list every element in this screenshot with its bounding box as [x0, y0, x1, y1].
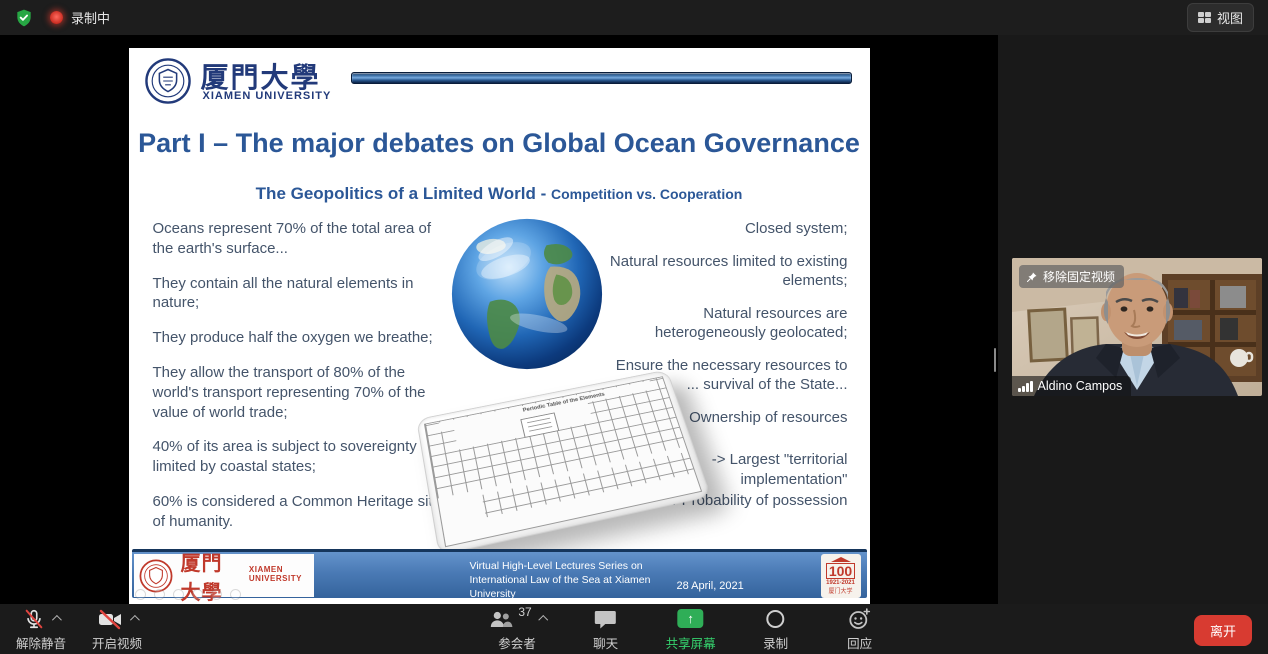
record-label: 录制 [763, 633, 788, 652]
participants-label: 参会者 [498, 633, 536, 652]
slide-left-column: Oceans represent 70% of the total area o… [153, 219, 455, 547]
bullet-left: Oceans represent 70% of the total area o… [153, 219, 455, 259]
video-panel: 移除固定视频 Aldino Campos [998, 35, 1268, 604]
centennial-number: 100 [826, 563, 855, 579]
view-button-label: 视图 [1217, 8, 1243, 27]
video-options-chevron-icon[interactable] [130, 615, 140, 625]
footer-lecture-text: Virtual High-Level Lectures Series on In… [470, 559, 695, 602]
microphone-muted-icon [23, 607, 45, 631]
periodic-table-grid: Periodic Table of the Elements [423, 376, 701, 547]
slide-subtitle-main: The Geopolitics of a Limited World - [256, 184, 551, 203]
centennial-roof-icon [831, 557, 851, 562]
zoom-meeting-window: 录制中 视图 厦門大學 XIAMEN UNIVERSITY [0, 0, 1268, 654]
centennial-logo: 100 1921-2021 厦门大学 [821, 554, 861, 598]
chat-bubble-icon [594, 608, 618, 630]
participant-video-tile[interactable]: 移除固定视频 Aldino Campos [1012, 258, 1262, 396]
slide-footer-bar: 厦門大學 XIAMEN UNIVERSITY Virtual High-Leve… [132, 549, 867, 598]
participants-button[interactable]: 37 参会者 [488, 607, 545, 652]
toolbar-center-group: 37 参会者 聊天 ↑ 共享屏幕 [488, 607, 883, 652]
slide-header-bar [351, 72, 852, 84]
recording-indicator[interactable]: 录制中 [50, 8, 110, 27]
mute-options-chevron-icon[interactable] [52, 615, 62, 625]
footer-logo-english: XIAMEN UNIVERSITY [249, 565, 314, 583]
chat-label: 聊天 [593, 633, 618, 652]
remove-pin-label: 移除固定视频 [1043, 268, 1115, 285]
participants-icon [488, 608, 514, 630]
camera-off-icon [97, 607, 123, 631]
bullet-right: Natural resources limited to existing el… [608, 252, 848, 291]
leave-meeting-button[interactable]: 离开 [1194, 615, 1252, 646]
xiamen-university-seal-icon [145, 58, 191, 104]
toolbar-left-group: 解除静音 开启视频 [0, 607, 142, 652]
recording-label: 录制中 [71, 8, 110, 27]
slide-subtitle-sub: Competition vs. Cooperation [551, 186, 742, 202]
participant-name: Aldino Campos [1038, 379, 1123, 393]
view-button[interactable]: 视图 [1187, 3, 1254, 32]
reactions-smiley-icon [848, 607, 872, 631]
slide-logo-english: XIAMEN UNIVERSITY [203, 90, 332, 102]
pin-icon [1026, 271, 1038, 283]
participant-name-bar: Aldino Campos [1012, 376, 1131, 396]
periodic-table-image: Periodic Table of the Elements [416, 370, 711, 556]
footer-seal-icon [139, 559, 173, 593]
centennial-chinese: 厦门大学 [828, 586, 852, 595]
view-grid-icon [1198, 12, 1211, 23]
footer-date: 28 April, 2021 [677, 580, 744, 592]
start-video-label: 开启视频 [92, 633, 142, 652]
bullet-left: They allow the transport of 80% of the w… [153, 363, 455, 422]
earth-globe-image [449, 216, 605, 372]
share-screen-button[interactable]: ↑ 共享屏幕 [666, 607, 716, 652]
bullet-left: 40% of its area is subject to sovereignt… [153, 437, 455, 477]
slide-header: 厦門大學 XIAMEN UNIVERSITY [145, 56, 854, 112]
slide-subtitle: The Geopolitics of a Limited World - Com… [129, 184, 870, 204]
bullet-left: They contain all the natural elements in… [153, 274, 455, 314]
audio-signal-icon [1018, 381, 1033, 392]
unmute-label: 解除静音 [16, 633, 66, 652]
encryption-shield-icon [14, 8, 34, 28]
slide-title: Part I – The major debates on Global Oce… [129, 128, 870, 159]
shared-screen-area: 厦門大學 XIAMEN UNIVERSITY Part I – The majo… [0, 35, 998, 604]
share-screen-label: 共享屏幕 [666, 633, 716, 652]
reactions-label: 回应 [847, 633, 872, 652]
bullet-left: They produce half the oxygen we breathe; [153, 328, 455, 348]
remove-pin-button[interactable]: 移除固定视频 [1019, 265, 1124, 288]
record-button[interactable]: 录制 [752, 607, 800, 652]
bullet-right: Natural resources are heterogeneously ge… [608, 304, 848, 343]
watermark-social-icons [135, 589, 241, 600]
share-screen-icon: ↑ [678, 609, 704, 628]
reactions-button[interactable]: 回应 [836, 607, 884, 652]
recording-dot-icon [50, 11, 63, 24]
unmute-button[interactable]: 解除静音 [16, 607, 66, 652]
bullet-left: 60% is considered a Common Heritage site… [153, 492, 455, 532]
meeting-content: 厦門大學 XIAMEN UNIVERSITY Part I – The majo… [0, 35, 1268, 604]
chat-button[interactable]: 聊天 [582, 607, 630, 652]
presentation-slide: 厦門大學 XIAMEN UNIVERSITY Part I – The majo… [129, 48, 870, 604]
participants-count: 37 [518, 605, 531, 619]
meeting-toolbar: 解除静音 开启视频 [0, 604, 1268, 654]
record-circle-icon [767, 610, 785, 628]
bullet-right: Closed system; [608, 219, 848, 239]
start-video-button[interactable]: 开启视频 [92, 607, 142, 652]
meeting-topbar: 录制中 视图 [0, 0, 1268, 35]
participants-chevron-icon[interactable] [539, 615, 549, 625]
